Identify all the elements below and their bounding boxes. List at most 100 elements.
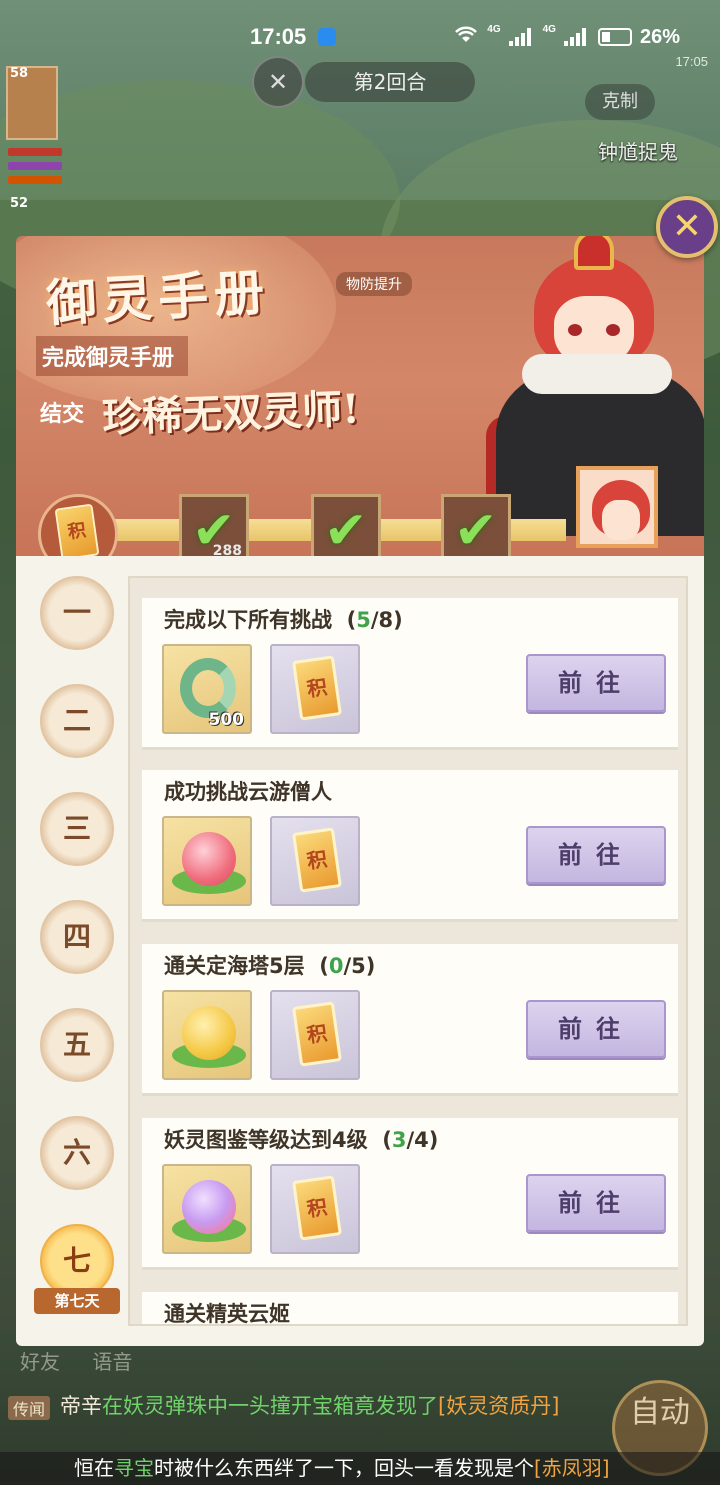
task-item: 通关定海塔5层 (0/5) 积 前往 xyxy=(142,944,678,1096)
progress-total: /4) xyxy=(406,1128,439,1152)
reward-slot[interactable] xyxy=(162,990,252,1080)
progress-open: ( xyxy=(382,1128,392,1152)
subtitle-complete: 完成御灵手册 xyxy=(36,336,189,376)
progress-open: ( xyxy=(346,608,357,632)
reward-count: 500 xyxy=(208,710,245,730)
task-progress: (3/4) xyxy=(382,1128,438,1152)
modal-header: 御灵手册 物防提升 完成御灵手册 结交 珍稀无双灵师! 积 67 288 ✔ xyxy=(16,236,704,556)
milestone-15[interactable]: 288 ✔ 15 xyxy=(178,494,250,556)
active-day-tag: 第七天 xyxy=(34,1288,120,1314)
hp-bar xyxy=(8,148,62,156)
task-title: 通关定海塔5层 (0/5) xyxy=(164,950,375,980)
task-item: 妖灵图鉴等级达到4级 (3/4) 积 前往 xyxy=(142,1118,678,1270)
character-eye xyxy=(606,324,620,336)
close-button[interactable]: ✕ xyxy=(656,196,718,258)
task-title: 妖灵图鉴等级达到4级 (3/4) xyxy=(164,1124,438,1154)
progress-total: /8) xyxy=(370,608,403,632)
portrait-face xyxy=(602,500,640,540)
task-list[interactable]: 完成以下所有挑战 (5/8) 500 积 前往 成功挑战云游僧人 积 前往 通关… xyxy=(128,576,688,1326)
task-title: 完成以下所有挑战 (5/8) xyxy=(164,604,403,634)
chat-player-name[interactable]: 帝辛 xyxy=(60,1394,102,1418)
progress-done: 5 xyxy=(356,608,371,632)
milestone-72[interactable]: 72 xyxy=(572,466,662,556)
points-reward-slot[interactable]: 积 xyxy=(270,644,360,734)
reward-slot[interactable] xyxy=(162,816,252,906)
points-card-icon: 积 xyxy=(292,1175,342,1241)
status-indicators: 4G 4G 26% xyxy=(453,24,680,50)
chat-tab-friends[interactable]: 好友 xyxy=(20,1350,60,1374)
jade-icon xyxy=(180,658,236,718)
character-fur xyxy=(522,354,672,394)
milestone-chest: 288 ✔ xyxy=(179,494,249,556)
points-reward-slot[interactable]: 积 xyxy=(270,1164,360,1254)
orange-fruit-icon xyxy=(182,1006,236,1060)
channel-tag: 传闻 xyxy=(8,1396,51,1420)
go-button[interactable]: 前往 xyxy=(526,654,666,712)
notification-icon xyxy=(318,28,336,46)
character-crown xyxy=(574,236,614,270)
day-tab-3[interactable]: 三 xyxy=(40,792,114,866)
progress-open: ( xyxy=(319,954,329,978)
progress-total: /5) xyxy=(343,954,376,978)
signal-type-label: 4G xyxy=(487,23,501,35)
round-label: 第2回合 xyxy=(305,62,475,102)
go-button[interactable]: 前往 xyxy=(526,1174,666,1232)
points-card-icon: 积 xyxy=(54,503,100,556)
small-clock: 17:05 xyxy=(675,54,708,69)
player-level: 58 xyxy=(10,66,29,81)
signal-icon xyxy=(563,28,590,46)
task-item: 完成以下所有挑战 (5/8) 500 积 前往 xyxy=(142,598,678,750)
checkmark-icon: ✔ xyxy=(192,501,236,556)
reward-slot[interactable]: 500 xyxy=(162,644,252,734)
chat-tabs: 好友 语音 xyxy=(20,1346,158,1375)
points-card-icon: 积 xyxy=(292,827,342,893)
subtitle-prefix: 结交 xyxy=(40,402,85,427)
day-tab-4[interactable]: 四 xyxy=(40,900,114,974)
day-tab-1[interactable]: 一 xyxy=(40,576,114,650)
task-title-text: 妖灵图鉴等级达到4级 xyxy=(164,1128,368,1152)
battery-icon xyxy=(597,28,632,46)
points-badge: 积 67 xyxy=(38,494,118,556)
counter-button[interactable]: 克制 xyxy=(585,84,655,120)
subtitle-reward: 珍稀无双灵师! xyxy=(101,385,361,442)
points-reward-slot[interactable]: 积 xyxy=(270,990,360,1080)
character-eye xyxy=(568,324,582,336)
day-tab-7[interactable]: 七 xyxy=(40,1224,114,1298)
milestone-28[interactable]: ✔ 28 xyxy=(310,494,382,556)
go-button[interactable]: 前往 xyxy=(526,1000,666,1058)
pink-fruit-icon xyxy=(182,832,236,886)
task-title: 通关精英云姬 xyxy=(164,1302,290,1326)
points-card-icon: 积 xyxy=(292,655,342,721)
ticker-text: 时被什么东西绊了一下，回头一看发现是个 xyxy=(154,1456,534,1480)
ticker-place: 寻宝 xyxy=(114,1456,154,1480)
energy-bar xyxy=(8,176,62,184)
title-tag: 物防提升 xyxy=(336,272,412,296)
day-tab-5[interactable]: 五 xyxy=(40,1008,114,1082)
chat-message[interactable]: 帝辛在妖灵弹珠中一头撞开宝箱竟发现了[妖灵资质丹] xyxy=(60,1392,560,1420)
chat-tab-voice[interactable]: 语音 xyxy=(92,1350,132,1374)
points-reward-slot[interactable]: 积 xyxy=(270,816,360,906)
purple-fruit-icon xyxy=(182,1180,236,1234)
signal-icon xyxy=(508,28,535,46)
task-title-text: 完成以下所有挑战 xyxy=(164,608,332,632)
mp-bar xyxy=(8,162,62,170)
chat-item-link[interactable]: [妖灵资质丹] xyxy=(438,1394,559,1418)
task-item: 通关精英云姬 xyxy=(142,1292,678,1326)
milestone-50[interactable]: ✔ 50 xyxy=(440,494,512,556)
status-time: 17:05 xyxy=(250,24,307,49)
day-tab-6[interactable]: 六 xyxy=(40,1116,114,1190)
day-tab-2[interactable]: 二 xyxy=(40,684,114,758)
ticker-player: 恒在 xyxy=(74,1456,114,1480)
battery-percent: 26% xyxy=(639,25,680,48)
go-button[interactable]: 前往 xyxy=(526,826,666,884)
modal-body: 一 二 三 四 五 六 七 第七天 完成以下所有挑战 (5/8) 500 积 前… xyxy=(16,556,704,1346)
signal-type-label: 4G xyxy=(542,23,556,35)
character-reward-portrait xyxy=(576,466,658,548)
target-name: 钟馗捉鬼 xyxy=(598,140,678,164)
checkmark-icon: ✔ xyxy=(324,501,368,556)
crossed-swords-icon: ✕ xyxy=(252,56,304,108)
modal-title: 御灵手册 xyxy=(44,262,272,333)
chat-message-text: 在妖灵弹珠中一头撞开宝箱竟发现了 xyxy=(102,1394,438,1418)
task-title: 成功挑战云游僧人 xyxy=(164,780,332,804)
reward-slot[interactable] xyxy=(162,1164,252,1254)
